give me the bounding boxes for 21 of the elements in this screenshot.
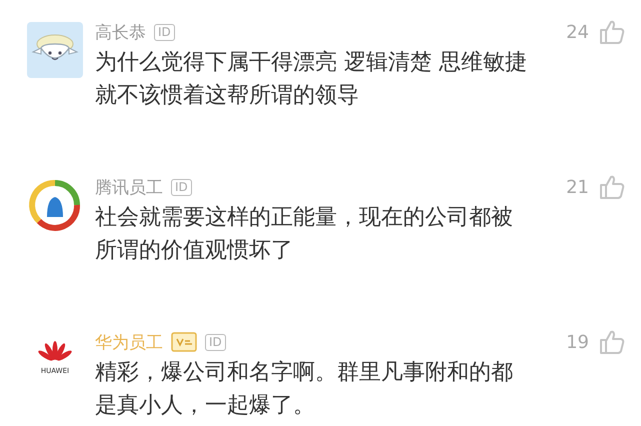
comment-text: 精彩，爆公司和名字啊。群里凡事附和的都: [95, 359, 514, 387]
like-count: 24: [566, 22, 589, 42]
thumbs-up-icon[interactable]: [599, 174, 625, 200]
comment-text: 所谓的价值观惯坏了: [95, 237, 294, 265]
comment-text: 为什么觉得下属干得漂亮 逻辑清楚 思维敏捷: [95, 49, 528, 77]
user-name[interactable]: 腾讯员工: [95, 176, 163, 198]
like-count: 19: [566, 332, 589, 352]
ring-logo-icon: [27, 177, 83, 233]
vip-badge-icon: [171, 332, 197, 352]
id-badge: ID: [154, 24, 175, 40]
id-badge: ID: [205, 334, 226, 350]
sheep-avatar-icon: [27, 22, 83, 78]
comment-text: 社会就需要这样的正能量，现在的公司都被: [95, 204, 514, 232]
user-name[interactable]: 高长恭: [95, 20, 146, 44]
thumbs-up-icon[interactable]: [599, 329, 625, 355]
comment-text: 就不该惯着这帮所谓的领导: [95, 82, 360, 110]
user-name[interactable]: 华为员工: [95, 330, 163, 354]
id-badge: ID: [171, 178, 192, 196]
comment-text: 是真小人，一起爆了。: [95, 392, 316, 420]
like-count: 21: [566, 176, 589, 198]
thumbs-up-icon[interactable]: [599, 19, 625, 45]
